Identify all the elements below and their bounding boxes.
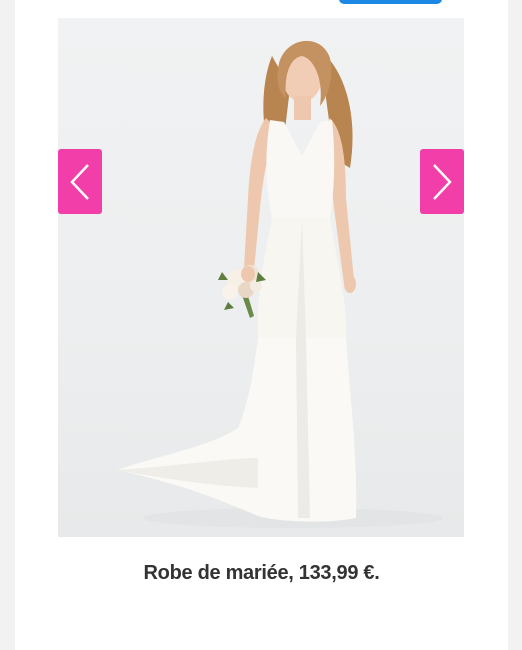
chevron-right-icon [433, 163, 452, 200]
prev-image-button[interactable] [58, 149, 102, 214]
top-action-button[interactable] [339, 0, 442, 4]
product-caption: Robe de mariée, 133,99 €. [143, 562, 380, 584]
chevron-left-icon [70, 163, 89, 200]
page: Robe de mariée, 133,99 €. [0, 0, 522, 650]
product-photo [58, 18, 464, 537]
next-image-button[interactable] [420, 149, 464, 214]
wedding-dress-illustration [118, 40, 443, 528]
